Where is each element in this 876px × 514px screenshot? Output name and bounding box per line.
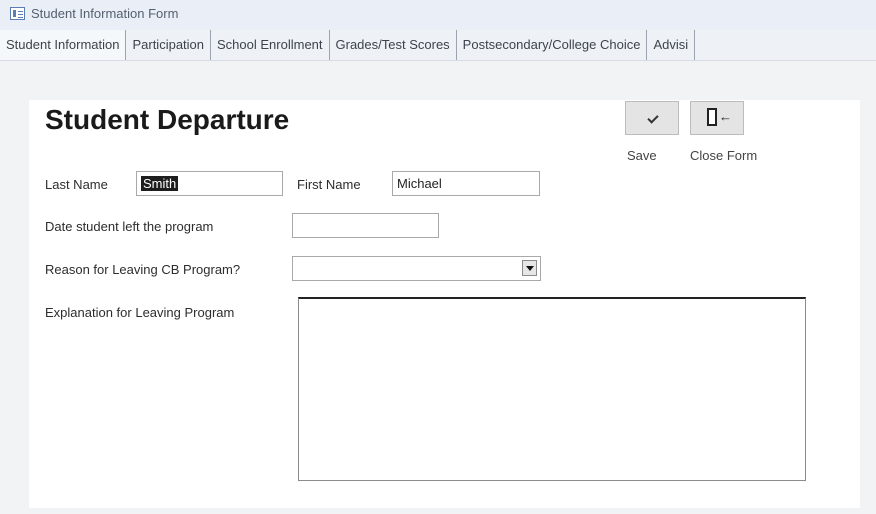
first-name-label: First Name	[297, 177, 361, 192]
last-name-value: Smith	[141, 176, 179, 191]
exit-door-icon	[707, 108, 717, 126]
save-button-label: Save	[627, 148, 657, 163]
close-form-button-label: Close Form	[690, 148, 758, 163]
explanation-label: Explanation for Leaving Program	[45, 305, 235, 320]
tab-postsecondary-college-choice[interactable]: Postsecondary/College Choice	[457, 30, 648, 60]
reason-label: Reason for Leaving CB Program?	[45, 262, 241, 277]
first-name-field[interactable]: Michael	[392, 171, 540, 196]
form-icon	[10, 7, 25, 20]
window-title: Student Information Form	[31, 6, 179, 21]
tab-strip: Student Information Participation School E…	[0, 30, 876, 61]
explanation-textarea[interactable]	[298, 297, 806, 481]
last-name-field[interactable]: Smith	[136, 171, 283, 196]
tab-advising[interactable]: Advisi	[647, 30, 696, 60]
reason-dropdown[interactable]	[292, 256, 541, 281]
form-title-bar: Student Information Form	[0, 0, 876, 30]
form-heading: Student Departure	[45, 104, 290, 135]
tab-participation[interactable]: Participation	[126, 30, 212, 60]
last-name-label: Last Name	[45, 177, 108, 192]
chevron-down-icon[interactable]	[522, 260, 537, 276]
date-left-field[interactable]	[292, 213, 439, 238]
close-form-button[interactable]: ←	[690, 101, 744, 135]
exit-arrow-icon: ←	[719, 109, 732, 124]
tab-grades-test-scores[interactable]: Grades/Test Scores	[330, 30, 457, 60]
save-button[interactable]	[625, 101, 679, 135]
date-left-label: Date student left the program	[45, 219, 214, 234]
tab-student-information[interactable]: Student Information	[0, 30, 127, 60]
tab-school-enrollment[interactable]: School Enrollment	[211, 30, 330, 60]
check-icon	[647, 112, 659, 124]
